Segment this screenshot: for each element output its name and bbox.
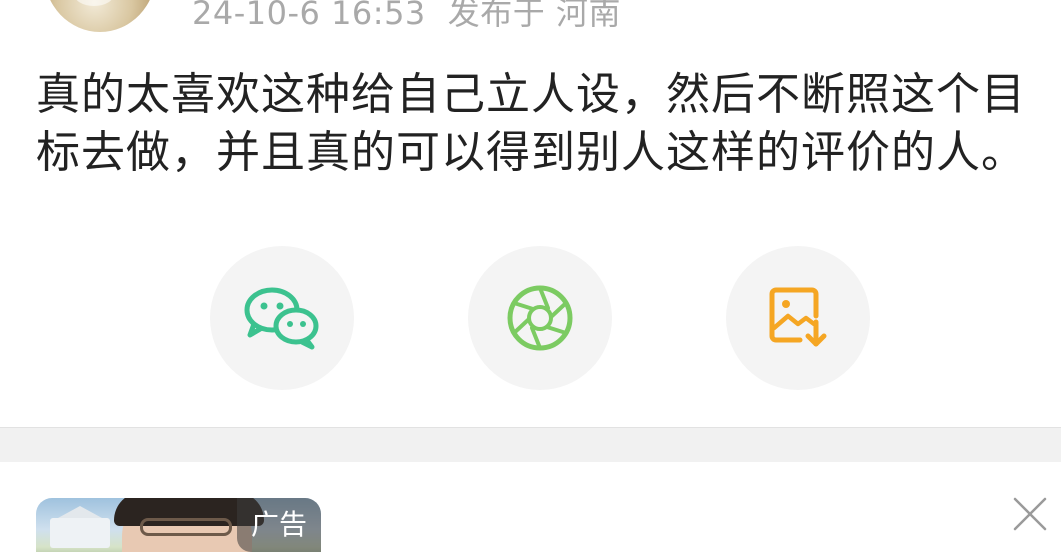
ad-badge: 广告 [237, 498, 321, 552]
section-divider [0, 427, 1061, 462]
post-meta: 24-10-6 16:53 发布于 河南 [192, 0, 621, 34]
avatar[interactable] [44, 0, 156, 32]
ad-image-glasses [140, 518, 232, 536]
save-image-button[interactable] [726, 246, 870, 390]
ad-thumbnail[interactable]: 广告 [36, 498, 321, 552]
post-text: 真的太喜欢这种给自己立人设，然后不断照这个目标去做，并且真的可以得到别人这样的评… [36, 69, 1026, 178]
post-timestamp: 24-10-6 16:53 [192, 0, 426, 32]
save-image-icon [769, 287, 827, 347]
moments-icon [507, 285, 573, 351]
post-location: 发布于 河南 [447, 0, 621, 32]
wechat-icon [244, 287, 319, 350]
share-moments-button[interactable] [468, 246, 612, 390]
share-wechat-button[interactable] [210, 246, 354, 390]
ad-image-house [50, 506, 110, 548]
ad-close-button[interactable] [1012, 496, 1048, 532]
close-icon [1013, 497, 1047, 531]
